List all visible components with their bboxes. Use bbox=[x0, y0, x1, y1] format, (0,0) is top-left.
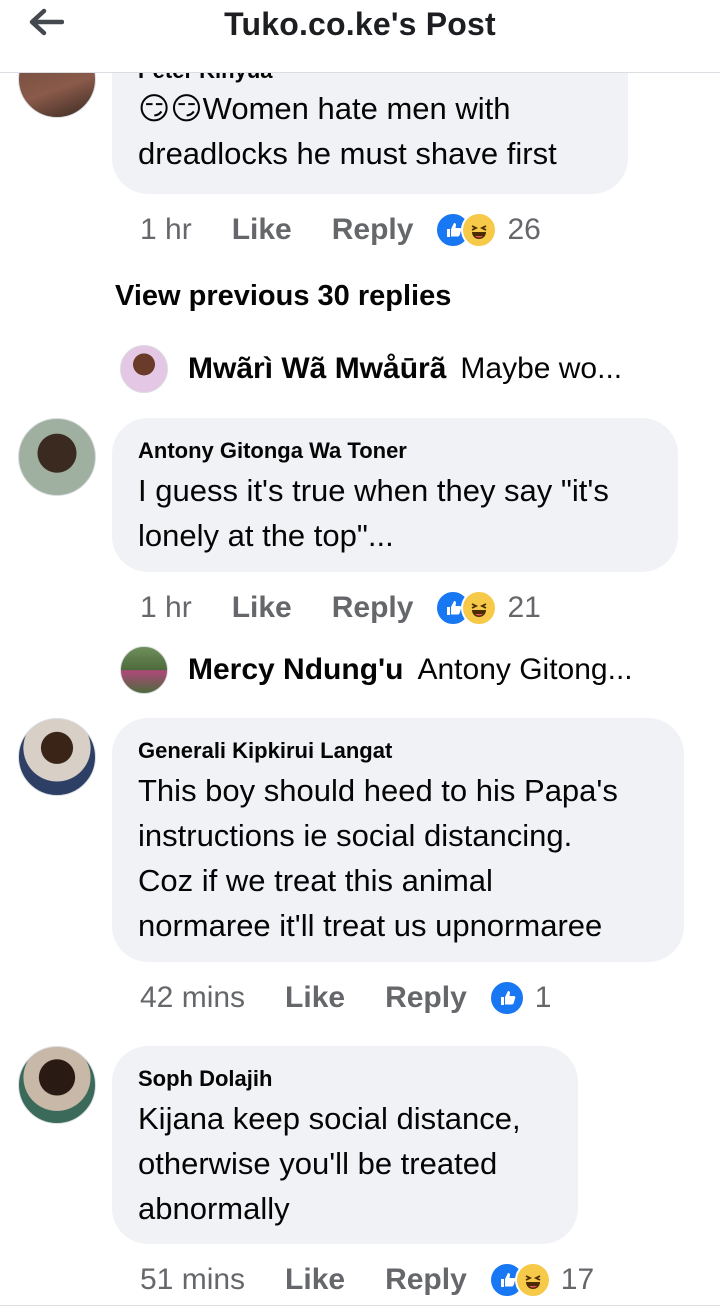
reply-button[interactable]: Reply bbox=[332, 213, 414, 247]
like-button[interactable]: Like bbox=[285, 1263, 345, 1297]
comment-time[interactable]: 1 hr bbox=[140, 591, 192, 625]
comment-bubble[interactable]: Antony Gitonga Wa Toner I guess it's tru… bbox=[112, 418, 678, 572]
reaction-count: 1 bbox=[534, 981, 552, 1014]
comment-time[interactable]: 42 mins bbox=[140, 981, 245, 1015]
page-title: Tuko.co.ke's Post bbox=[224, 6, 496, 42]
reaction-count: 17 bbox=[560, 1263, 595, 1296]
reaction-count: 26 bbox=[507, 213, 541, 246]
comment-line: otherwise you'll be treated bbox=[138, 1146, 498, 1181]
comment-line: instructions ie social distancing. bbox=[138, 818, 573, 853]
comment-line: This boy should heed to his Papa's bbox=[138, 773, 618, 808]
reaction-count: 21 bbox=[507, 591, 541, 624]
comments-feed: Peter Kinyua 😏😏Women hate men with dread… bbox=[0, 0, 720, 1315]
comment-actions: 51 mins Like Reply 17 bbox=[140, 1260, 594, 1300]
comment-author[interactable]: Antony Gitonga Wa Toner bbox=[138, 438, 407, 464]
like-button[interactable]: Like bbox=[232, 591, 292, 625]
comment-line: 😏😏Women hate men with bbox=[138, 91, 511, 126]
avatar[interactable] bbox=[18, 1046, 96, 1124]
comment-time[interactable]: 1 hr bbox=[140, 213, 192, 247]
comment-actions: 1 hr Like Reply 26 bbox=[140, 210, 541, 250]
reaction-summary[interactable]: 17 bbox=[488, 1262, 595, 1298]
reply-author[interactable]: Mercy Ndung'u bbox=[188, 653, 403, 687]
view-previous-replies-link[interactable]: View previous 30 replies bbox=[115, 280, 451, 313]
comment-text: Kijana keep social distance, otherwise y… bbox=[138, 1096, 558, 1231]
top-bar: Tuko.co.ke's Post bbox=[0, 0, 720, 73]
haha-reaction-icon bbox=[461, 212, 498, 248]
comment-line: Coz if we treat this animal bbox=[138, 863, 493, 898]
bottom-edge bbox=[0, 1305, 720, 1315]
comment-author[interactable]: Soph Dolajih bbox=[138, 1066, 272, 1092]
reply-snippet: Antony Gitong... bbox=[417, 653, 633, 686]
reply-button[interactable]: Reply bbox=[332, 591, 414, 625]
comment-bubble[interactable]: Soph Dolajih Kijana keep social distance… bbox=[112, 1046, 578, 1244]
avatar[interactable] bbox=[18, 418, 96, 496]
reaction-summary[interactable]: 1 bbox=[488, 980, 552, 1016]
comment-time[interactable]: 51 mins bbox=[140, 1263, 245, 1297]
reply-avatar[interactable] bbox=[120, 345, 168, 393]
reply-button[interactable]: Reply bbox=[385, 981, 467, 1015]
comment-text: I guess it's true when they say "it's lo… bbox=[138, 468, 658, 558]
comment-line: I guess it's true when they say "it's bbox=[138, 473, 609, 508]
comment-bubble[interactable]: Generali Kipkirui Langat This boy should… bbox=[112, 718, 684, 962]
reaction-summary[interactable]: 21 bbox=[435, 590, 541, 626]
reply-button[interactable]: Reply bbox=[385, 1263, 467, 1297]
comment-actions: 42 mins Like Reply 1 bbox=[140, 978, 551, 1018]
comment-actions: 1 hr Like Reply 21 bbox=[140, 588, 541, 628]
reply-avatar[interactable] bbox=[120, 646, 168, 694]
comment-line: Kijana keep social distance, bbox=[138, 1101, 521, 1136]
like-reaction-icon bbox=[488, 980, 525, 1016]
like-button[interactable]: Like bbox=[285, 981, 345, 1015]
avatar[interactable] bbox=[18, 718, 96, 796]
reply-author[interactable]: Mwãrì Wã Mwåūrã bbox=[188, 352, 446, 386]
reply-preview[interactable]: Mwãrì Wã Mwåūrã Maybe wo... bbox=[120, 344, 622, 394]
haha-reaction-icon bbox=[461, 590, 498, 626]
comment-line: lonely at the top"... bbox=[138, 518, 394, 553]
reply-snippet: Maybe wo... bbox=[460, 352, 623, 385]
comment-text: This boy should heed to his Papa's instr… bbox=[138, 768, 664, 948]
comment-line: abnormally bbox=[138, 1191, 290, 1226]
comment-author[interactable]: Generali Kipkirui Langat bbox=[138, 738, 392, 764]
comment-line: dreadlocks he must shave first bbox=[138, 136, 557, 171]
like-button[interactable]: Like bbox=[232, 213, 292, 247]
reply-preview[interactable]: Mercy Ndung'u Antony Gitong... bbox=[120, 645, 633, 695]
comment-line: normaree it'll treat us upnormaree bbox=[138, 908, 603, 943]
comment-text: 😏😏Women hate men with dreadlocks he must… bbox=[138, 86, 608, 176]
reaction-summary[interactable]: 26 bbox=[435, 212, 541, 248]
haha-reaction-icon bbox=[514, 1262, 551, 1298]
